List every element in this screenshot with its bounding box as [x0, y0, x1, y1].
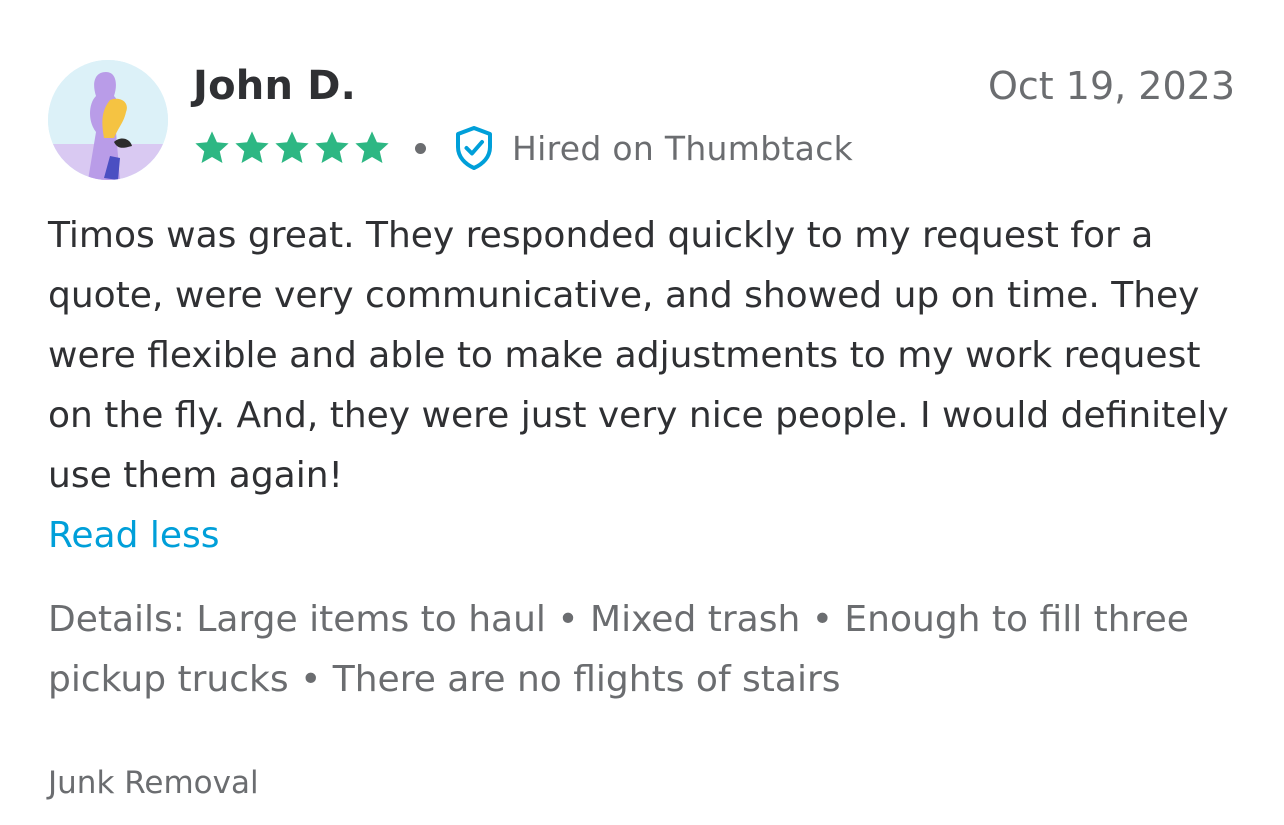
- review-details: Details: Large items to haul • Mixed tra…: [48, 599, 1189, 700]
- separator-dot: [415, 142, 426, 154]
- review-meta: Hired on Thumbtack: [193, 122, 853, 174]
- review-text: Timos was great. They responded quickly …: [48, 215, 1229, 496]
- star-icon: [353, 129, 391, 167]
- shield-check-icon: [454, 125, 494, 171]
- service-category: Junk Removal: [48, 765, 259, 801]
- star-icon: [233, 129, 271, 167]
- star-icon: [193, 129, 231, 167]
- avatar[interactable]: [48, 60, 168, 180]
- star-icon: [273, 129, 311, 167]
- read-less-link[interactable]: Read less: [48, 506, 220, 566]
- star-rating: [193, 129, 391, 167]
- avatar-illustration-icon: [48, 60, 168, 180]
- review-date: Oct 19, 2023: [988, 64, 1235, 108]
- hired-label: Hired on Thumbtack: [512, 128, 854, 168]
- reviewer-name: John D.: [193, 63, 357, 109]
- star-icon: [313, 129, 351, 167]
- review-card: John D. Oct 19, 2023 Hired on Thumbtack …: [0, 0, 1284, 825]
